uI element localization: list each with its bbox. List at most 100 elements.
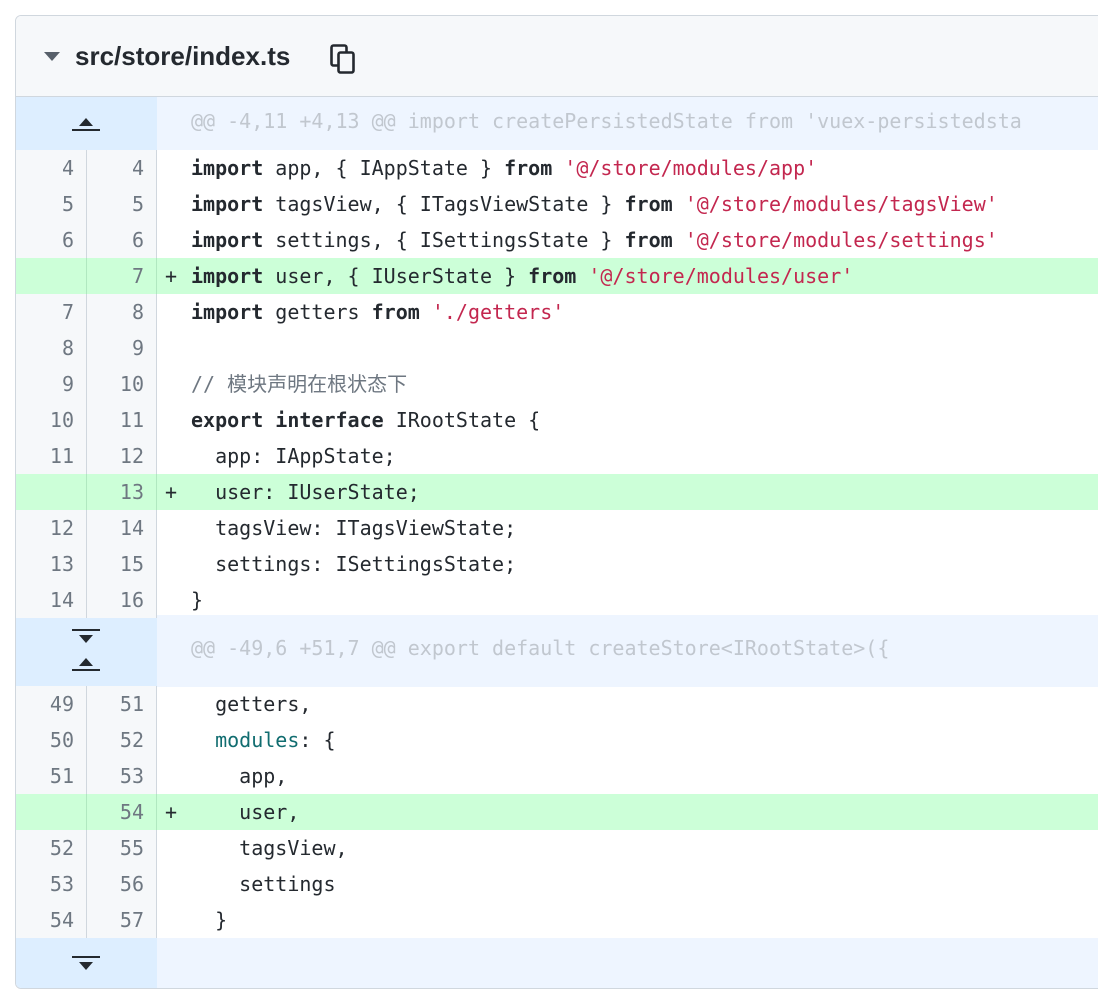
code-text: tagsView, { ITagsViewState }: [263, 192, 625, 216]
old-line-number[interactable]: 12: [16, 510, 87, 546]
new-line-number[interactable]: 53: [87, 758, 157, 794]
code-text: IRootState {: [383, 408, 541, 432]
diff-row: 12 14 tagsView: ITagsViewState;: [16, 510, 1098, 546]
old-line-number[interactable]: 14: [16, 582, 87, 618]
new-line-number[interactable]: 12: [87, 438, 157, 474]
code-line: }: [157, 902, 1098, 938]
new-line-number[interactable]: 13: [87, 474, 157, 510]
new-line-number[interactable]: 5: [87, 186, 157, 222]
diff-row: 49 51 getters,: [16, 686, 1098, 722]
code-line: import user, { IUserState } from '@/stor…: [157, 258, 1098, 294]
new-line-number[interactable]: 7: [87, 258, 157, 294]
code-text: tagsView: ITagsViewState;: [191, 516, 517, 540]
new-line-number[interactable]: 55: [87, 830, 157, 866]
string-quote: ': [672, 192, 697, 216]
new-line-number[interactable]: 51: [87, 686, 157, 722]
code-line: export interface IRootState {: [157, 402, 1098, 438]
old-line-number[interactable]: 51: [16, 758, 87, 794]
new-line-number[interactable]: 14: [87, 510, 157, 546]
old-line-number[interactable]: 54: [16, 902, 87, 938]
old-line-number[interactable]: 13: [16, 546, 87, 582]
string-literal: @/store/modules/tagsView: [696, 192, 986, 216]
old-line-number[interactable]: 9: [16, 366, 87, 402]
keyword: from: [504, 156, 553, 180]
diff-marker: +: [165, 480, 178, 504]
code-text: user, { IUserState }: [263, 264, 529, 288]
expand-down-icon[interactable]: [72, 956, 100, 974]
keyword: interface: [275, 408, 384, 432]
new-line-number[interactable]: 16: [87, 582, 157, 618]
new-line-number[interactable]: 11: [87, 402, 157, 438]
new-line-number[interactable]: 52: [87, 722, 157, 758]
keyword: import: [191, 156, 264, 180]
old-line-number[interactable]: 5: [16, 186, 87, 222]
old-line-number[interactable]: 8: [16, 330, 87, 366]
code-text: settings, { ISettingsState }: [263, 228, 625, 252]
hunk-header-2: @@ -49,6 +51,7 @@ export default createS…: [16, 615, 1098, 687]
string-quote: ': [985, 192, 998, 216]
code-text: : {: [299, 728, 336, 752]
old-line-number[interactable]: [16, 794, 87, 830]
old-line-number[interactable]: 49: [16, 686, 87, 722]
old-line-number[interactable]: 53: [16, 866, 87, 902]
new-line-number[interactable]: 9: [87, 330, 157, 366]
diff-row: 11 12 app: IAppState;: [16, 438, 1098, 474]
hunk-footer-text: [157, 938, 1098, 988]
old-line-number[interactable]: 4: [16, 150, 87, 186]
hunk-expander: [16, 97, 158, 150]
diff-row: 10 11 export interface IRootState {: [16, 402, 1098, 438]
diff-row: 89: [16, 330, 1098, 366]
new-line-number[interactable]: 10: [87, 366, 157, 402]
string-literal: ./getters: [443, 300, 553, 324]
string-quote: ': [419, 300, 444, 324]
diff-row: 6 6 import settings, { ISettingsState } fr…: [16, 222, 1098, 258]
string-quote: ': [672, 228, 697, 252]
code-text: settings: ISettingsState;: [191, 552, 517, 576]
diff-marker: +: [165, 800, 178, 824]
diff-row-added: 54 user, +: [16, 794, 1098, 830]
code-line: }: [157, 582, 1098, 618]
new-line-number[interactable]: 15: [87, 546, 157, 582]
old-line-number[interactable]: 52: [16, 830, 87, 866]
expand-up-icon[interactable]: [72, 115, 100, 133]
diff-row-added: 7 import user, { IUserState } from '@/sto…: [16, 258, 1098, 294]
code-line: getters,: [157, 686, 1098, 722]
file-header: src/store/index.ts: [16, 16, 1098, 97]
new-line-number[interactable]: 57: [87, 902, 157, 938]
keyword: import: [191, 300, 264, 324]
string-literal: @/store/modules/app: [576, 156, 806, 180]
keyword: from: [528, 264, 577, 288]
file-name[interactable]: src/store/index.ts: [75, 38, 290, 74]
string-quote: ': [805, 156, 818, 180]
property-name: modules: [215, 728, 300, 752]
old-line-number[interactable]: 11: [16, 438, 87, 474]
old-line-number[interactable]: 10: [16, 402, 87, 438]
old-line-number[interactable]: 7: [16, 294, 87, 330]
code-line: settings: ISettingsState;: [157, 546, 1098, 582]
old-line-number[interactable]: 50: [16, 722, 87, 758]
new-line-number[interactable]: 8: [87, 294, 157, 330]
code-text: app, { IAppState }: [263, 156, 505, 180]
string-quote: ': [552, 156, 577, 180]
old-line-number[interactable]: [16, 258, 87, 294]
new-line-number[interactable]: 56: [87, 866, 157, 902]
expand-up-icon[interactable]: [72, 655, 100, 673]
new-line-number[interactable]: 4: [87, 150, 157, 186]
diff-row: 9 10 // 模块声明在根状态下: [16, 366, 1098, 402]
new-line-number[interactable]: 54: [87, 794, 157, 830]
code-text: getters,: [191, 692, 312, 716]
copy-icon[interactable]: [330, 44, 356, 74]
new-line-number[interactable]: 6: [87, 222, 157, 258]
expand-down-icon[interactable]: [72, 629, 100, 647]
string-literal: @/store/modules/settings: [696, 228, 986, 252]
code-line: user,: [157, 794, 1098, 830]
string-literal: @/store/modules/user: [600, 264, 842, 288]
old-line-number[interactable]: [16, 474, 87, 510]
code-text: app: IAppState;: [191, 444, 396, 468]
hunk-header-text: @@ -49,6 +51,7 @@ export default createS…: [157, 615, 1098, 687]
chevron-down-icon[interactable]: [44, 52, 60, 61]
old-line-number[interactable]: 6: [16, 222, 87, 258]
